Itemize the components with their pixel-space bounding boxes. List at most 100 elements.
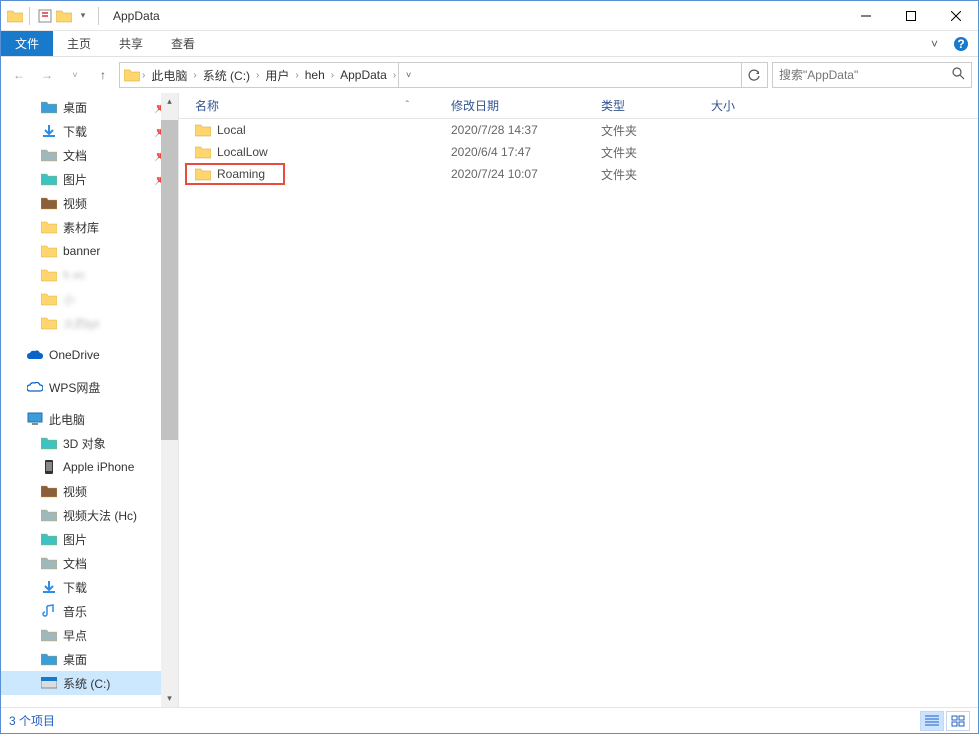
scroll-down-icon[interactable]: ▾: [161, 690, 178, 707]
breadcrumb-user[interactable]: heh: [301, 68, 329, 82]
qat-dropdown-icon[interactable]: ▾: [74, 7, 92, 25]
tree-quick-item[interactable]: 素材库: [1, 215, 178, 239]
ribbon-tab-view[interactable]: 查看: [157, 31, 209, 56]
search-input[interactable]: [779, 68, 952, 82]
nav-up-button[interactable]: ↑: [91, 63, 115, 87]
tree-quick-item[interactable]: 小: [1, 287, 178, 311]
chevron-right-icon[interactable]: ›: [140, 70, 147, 81]
file-name-cell: Local: [189, 123, 445, 137]
tree-pc-item[interactable]: 视频大法 (Hc): [1, 503, 178, 527]
refresh-button[interactable]: [741, 63, 767, 87]
status-bar: 3 个项目: [1, 707, 978, 733]
search-box[interactable]: [772, 62, 972, 88]
svg-text:?: ?: [957, 37, 964, 51]
window-folder-icon: [7, 9, 23, 23]
tree-wps[interactable]: WPS网盘: [1, 375, 178, 399]
tree-quick-item[interactable]: banner: [1, 239, 178, 263]
qat-folder-icon[interactable]: [56, 9, 72, 23]
chevron-right-icon[interactable]: ›: [191, 70, 198, 81]
breadcrumb-drive[interactable]: 系统 (C:): [199, 67, 254, 84]
column-date[interactable]: 修改日期: [445, 97, 595, 114]
column-name[interactable]: 名称ˆ: [189, 97, 445, 114]
phone-icon: [41, 459, 57, 475]
file-row[interactable]: Roaming2020/7/24 10:07文件夹: [179, 163, 978, 185]
folder-icon: [41, 291, 57, 307]
file-row[interactable]: Local2020/7/28 14:37文件夹: [179, 119, 978, 141]
tree-label: Apple iPhone: [63, 460, 134, 474]
minimize-button[interactable]: [843, 1, 888, 31]
chevron-right-icon[interactable]: ›: [293, 70, 300, 81]
tree-quick-item[interactable]: h ec: [1, 263, 178, 287]
title-bar: ▾ AppData: [1, 1, 978, 31]
close-button[interactable]: [933, 1, 978, 31]
3d-icon: [41, 435, 57, 451]
tree-pc-item[interactable]: 早点: [1, 623, 178, 647]
file-name-cell: Roaming: [189, 167, 445, 181]
chevron-right-icon[interactable]: ›: [391, 70, 398, 81]
tree-quick-item[interactable]: 视频: [1, 191, 178, 215]
tree-pc-item[interactable]: 3D 对象: [1, 431, 178, 455]
tree-quick-item[interactable]: 图片📌: [1, 167, 178, 191]
file-name-cell: LocalLow: [189, 145, 445, 159]
breadcrumb-appdata[interactable]: AppData: [336, 68, 391, 82]
navigation-bar: ← → ˅ ↑ › 此电脑 › 系统 (C:) › 用户 › heh › App…: [1, 57, 978, 93]
tree-pc-item[interactable]: 下载: [1, 575, 178, 599]
ribbon-tab-share[interactable]: 共享: [105, 31, 157, 56]
tree-label: 视频: [63, 483, 87, 500]
tree-pc-item[interactable]: 文档: [1, 551, 178, 575]
tree-quick-item[interactable]: 下载📌: [1, 119, 178, 143]
tree-pc-item[interactable]: 音乐: [1, 599, 178, 623]
folder-icon: [195, 167, 211, 181]
tree-onedrive[interactable]: OneDrive: [1, 343, 178, 367]
tree-label: 系统 (C:): [63, 675, 110, 692]
tree-label: 桌面: [63, 651, 87, 668]
tree-quick-item[interactable]: 文档📌: [1, 143, 178, 167]
column-size[interactable]: 大小: [705, 97, 785, 114]
address-bar[interactable]: › 此电脑 › 系统 (C:) › 用户 › heh › AppData › ˅: [119, 62, 768, 88]
onedrive-icon: [27, 347, 43, 363]
tree-quick-item[interactable]: 火的ipl: [1, 311, 178, 335]
search-icon[interactable]: [952, 67, 965, 83]
ribbon-tab-file[interactable]: 文件: [1, 31, 53, 56]
nav-forward-button[interactable]: →: [35, 63, 59, 87]
nav-back-button[interactable]: ←: [7, 63, 31, 87]
ribbon-tab-home[interactable]: 主页: [53, 31, 105, 56]
tree-scrollbar[interactable]: ▴ ▾: [161, 93, 178, 707]
desktop-icon: [41, 651, 57, 667]
tree-label: 火的ipl: [63, 315, 99, 332]
tree-label: 视频大法 (Hc): [63, 507, 137, 524]
tree-pc-item[interactable]: 视频: [1, 479, 178, 503]
videos-icon: [41, 483, 57, 499]
view-details-button[interactable]: [920, 711, 944, 731]
tree-pc-item[interactable]: Apple iPhone: [1, 455, 178, 479]
help-icon[interactable]: ?: [952, 35, 970, 53]
column-headers: 名称ˆ 修改日期 类型 大小: [179, 93, 978, 119]
maximize-button[interactable]: [888, 1, 933, 31]
tree-pc-item[interactable]: 图片: [1, 527, 178, 551]
file-row[interactable]: LocalLow2020/6/4 17:47文件夹: [179, 141, 978, 163]
tree-label: 小: [63, 291, 75, 308]
drive-icon: [41, 507, 57, 523]
scrollbar-thumb[interactable]: [161, 120, 178, 440]
column-type[interactable]: 类型: [595, 97, 705, 114]
cloud-icon: [27, 379, 43, 395]
tree-pc-item[interactable]: 系统 (C:): [1, 671, 178, 695]
view-icons-button[interactable]: [946, 711, 970, 731]
nav-recent-dropdown[interactable]: ˅: [63, 63, 87, 87]
scroll-up-icon[interactable]: ▴: [161, 93, 178, 110]
chevron-right-icon[interactable]: ›: [254, 70, 261, 81]
tree-pc-item[interactable]: 桌面: [1, 647, 178, 671]
address-folder-icon: [124, 68, 140, 82]
tree-thispc[interactable]: 此电脑: [1, 407, 178, 431]
chevron-right-icon[interactable]: ›: [329, 70, 336, 81]
address-history-dropdown[interactable]: ˅: [398, 63, 418, 87]
file-date: 2020/7/24 10:07: [445, 167, 595, 181]
tree-quick-item[interactable]: 桌面📌: [1, 95, 178, 119]
downloads-icon: [41, 579, 57, 595]
breadcrumb-thispc[interactable]: 此电脑: [147, 67, 191, 84]
breadcrumb-users[interactable]: 用户: [261, 67, 293, 84]
tree-label: OneDrive: [49, 348, 100, 362]
tree-label: 音乐: [63, 603, 87, 620]
ribbon-expand-icon[interactable]: ˅: [931, 37, 938, 51]
qat-properties-icon[interactable]: [36, 7, 54, 25]
